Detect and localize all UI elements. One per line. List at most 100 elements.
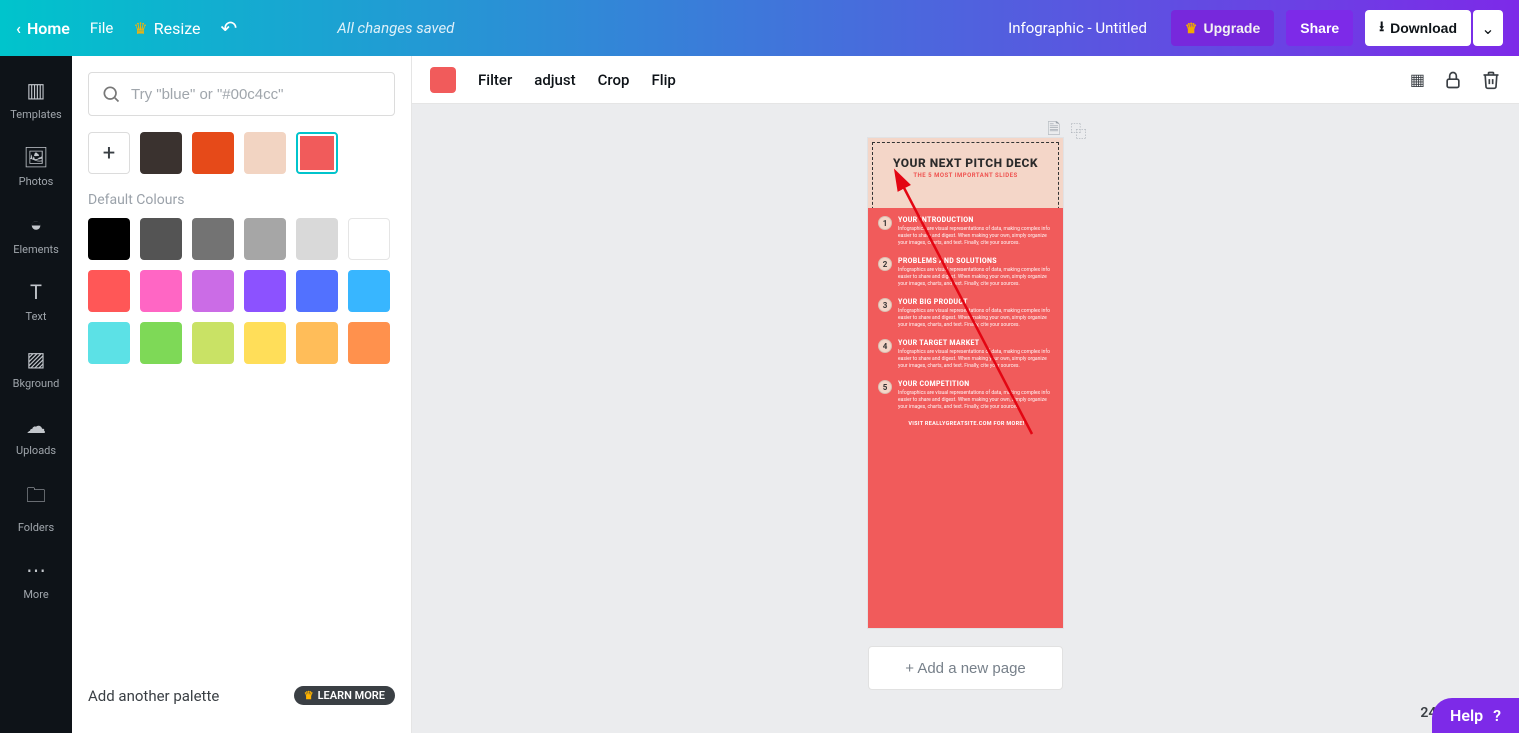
default-color-swatch[interactable] — [296, 218, 338, 260]
item-heading[interactable]: YOUR BIG PRODUCT — [898, 298, 1055, 306]
item-number: 4 — [878, 339, 892, 353]
nav-item-uploads[interactable]: ☁Uploads — [0, 402, 72, 469]
add-palette-label[interactable]: Add another palette — [88, 687, 219, 705]
filter-button[interactable]: Filter — [478, 71, 512, 89]
default-color-swatch[interactable] — [296, 322, 338, 364]
nav-item-folders[interactable]: 🗀Folders — [0, 469, 72, 546]
infographic-footer[interactable]: VISIT REALLYGREATSITE.COM FOR MORE! — [878, 421, 1055, 427]
nav-item-elements[interactable]: ◒Elements — [0, 200, 72, 268]
side-panel: + Default Colours Add another palette ♛ … — [72, 56, 412, 733]
item-text: YOUR COMPETITION Infographics are visual … — [898, 380, 1055, 411]
canvas-area: Filter adjust Crop Flip ▦ 🗎 ⿻ — [412, 56, 1519, 733]
download-button[interactable]: ⭳ Download — [1365, 10, 1471, 46]
item-heading[interactable]: YOUR INTRODUCTION — [898, 216, 1055, 224]
page-body[interactable]: 1 YOUR INTRODUCTION Infographics are visua… — [868, 208, 1063, 628]
toolbar-right-icons: ▦ — [1410, 70, 1501, 90]
more-icon: ⋯ — [26, 558, 46, 582]
selected-fill-color[interactable] — [430, 67, 456, 93]
infographic-item[interactable]: 1 YOUR INTRODUCTION Infographics are visua… — [878, 216, 1055, 247]
duplicate-icon[interactable]: ⿻ — [1070, 118, 1086, 145]
item-body[interactable]: Infographics are visual representations … — [898, 349, 1055, 370]
item-heading[interactable]: PROBLEMS AND SOLUTIONS — [898, 257, 1055, 265]
default-color-swatch[interactable] — [348, 270, 390, 312]
undo-icon[interactable]: ↶ — [221, 16, 238, 40]
default-color-swatch[interactable] — [244, 322, 286, 364]
item-body[interactable]: Infographics are visual representations … — [898, 226, 1055, 247]
default-color-swatch[interactable] — [88, 322, 130, 364]
default-color-swatch[interactable] — [140, 218, 182, 260]
download-label: Download — [1390, 20, 1457, 36]
default-color-swatch[interactable] — [88, 270, 130, 312]
default-color-swatch[interactable] — [348, 218, 390, 260]
item-number: 1 — [878, 216, 892, 230]
document-title[interactable]: Infographic - Untitled — [1008, 19, 1147, 37]
default-color-swatch[interactable] — [244, 218, 286, 260]
nav-item-label: Templates — [10, 108, 61, 121]
default-color-swatch[interactable] — [140, 270, 182, 312]
nav-item-bkground[interactable]: ▨Bkground — [0, 335, 72, 402]
search-icon — [101, 84, 121, 104]
default-color-swatch[interactable] — [244, 270, 286, 312]
crop-button[interactable]: Crop — [598, 71, 630, 89]
resize-button[interactable]: ♛ Resize — [133, 19, 200, 38]
home-button[interactable]: ‹ Home — [16, 19, 70, 38]
nav-item-templates[interactable]: ▥ Templates — [0, 66, 72, 133]
canvas-stage[interactable]: 🗎 ⿻ YOUR NEXT PITCH DECK THE 5 MOST IMPO… — [412, 104, 1519, 733]
learn-more-badge[interactable]: ♛ LEARN MORE — [294, 686, 395, 705]
nav-item-text[interactable]: TText — [0, 268, 72, 335]
item-heading[interactable]: YOUR TARGET MARKET — [898, 339, 1055, 347]
item-text: YOUR INTRODUCTION Infographics are visual… — [898, 216, 1055, 247]
default-color-swatch[interactable] — [296, 270, 338, 312]
photos-icon: 🖼 — [23, 145, 48, 169]
default-color-swatch[interactable] — [192, 322, 234, 364]
chevron-down-icon: ⌄ — [1481, 19, 1494, 38]
infographic-item[interactable]: 5YOUR COMPETITIONInfographics are visual… — [878, 380, 1055, 411]
canvas-page[interactable]: YOUR NEXT PITCH DECK THE 5 MOST IMPORTAN… — [868, 138, 1063, 628]
context-toolbar: Filter adjust Crop Flip ▦ — [412, 56, 1519, 104]
download-dropdown[interactable]: ⌄ — [1473, 10, 1503, 46]
transparency-icon[interactable]: ▦ — [1410, 70, 1425, 90]
flip-button[interactable]: Flip — [651, 71, 675, 89]
item-body[interactable]: Infographics are visual representations … — [898, 267, 1055, 288]
share-label: Share — [1300, 20, 1339, 36]
share-button[interactable]: Share — [1286, 10, 1353, 46]
infographic-item[interactable]: 2PROBLEMS AND SOLUTIONSInfographics are … — [878, 257, 1055, 288]
nav-item-more[interactable]: ⋯More — [0, 546, 72, 613]
default-color-swatch[interactable] — [192, 218, 234, 260]
help-label: Help — [1450, 706, 1483, 725]
default-color-swatch[interactable] — [348, 322, 390, 364]
upgrade-button[interactable]: ♛ Upgrade — [1171, 10, 1274, 46]
item-heading[interactable]: YOUR COMPETITION — [898, 380, 1055, 388]
elements-icon: ◒ — [30, 212, 42, 237]
templates-icon: ▥ — [27, 78, 46, 102]
uploads-icon: ☁ — [26, 414, 46, 438]
home-label: Home — [27, 19, 70, 38]
folders-icon: 🗀 — [26, 481, 46, 515]
infographic-item[interactable]: 4 YOUR TARGET MARKET Infographics are visu… — [878, 339, 1055, 370]
file-menu[interactable]: File — [90, 19, 114, 37]
infographic-item[interactable]: 3YOUR BIG PRODUCTInfographics are visual… — [878, 298, 1055, 329]
default-colours-heading: Default Colours — [88, 192, 395, 208]
color-search-input[interactable] — [131, 86, 382, 103]
adjust-button[interactable]: adjust — [534, 71, 575, 89]
add-page-button[interactable]: + Add a new page — [868, 646, 1063, 690]
topbar: ‹ Home File ♛ Resize ↶ All changes saved… — [0, 0, 1519, 56]
learn-more-label: LEARN MORE — [318, 689, 385, 702]
doc-color-swatch[interactable] — [192, 132, 234, 174]
nav-item-photos[interactable]: 🖼Photos — [0, 133, 72, 200]
trash-icon[interactable] — [1481, 70, 1501, 90]
help-button[interactable]: Help ? — [1432, 698, 1519, 733]
doc-color-swatch[interactable] — [244, 132, 286, 174]
navrail: ▥ Templates 🖼Photos◒ElementsTText▨Bkground… — [0, 56, 72, 733]
default-color-swatch[interactable] — [192, 270, 234, 312]
item-body[interactable]: Infographics are visual representations … — [898, 308, 1055, 329]
doc-color-swatch[interactable] — [296, 132, 338, 174]
item-body[interactable]: Infographics are visual representations … — [898, 390, 1055, 411]
default-color-swatch[interactable] — [88, 218, 130, 260]
lock-icon[interactable] — [1443, 70, 1463, 90]
color-search-box[interactable] — [88, 72, 395, 116]
default-color-swatch[interactable] — [140, 322, 182, 364]
add-color-button[interactable]: + — [88, 132, 130, 174]
doc-color-swatch[interactable] — [140, 132, 182, 174]
topbar-left: ‹ Home File ♛ Resize ↶ All changes saved — [16, 16, 454, 40]
